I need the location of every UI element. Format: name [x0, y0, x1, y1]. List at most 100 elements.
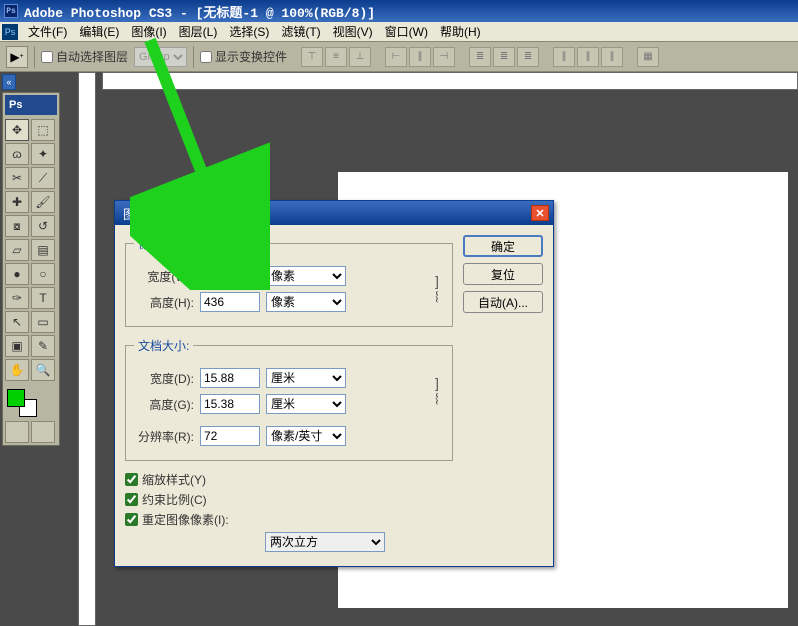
history-tool[interactable]: ↺	[31, 215, 55, 237]
dist-3-icon[interactable]: ≣	[517, 47, 539, 67]
doc-size-label: 文档大小:	[134, 337, 193, 354]
align-top-icon[interactable]: ⊤	[301, 47, 323, 67]
arrange-icon[interactable]: ▦	[637, 47, 659, 67]
align-group2: ⊢ ∥ ⊣	[385, 47, 455, 67]
align-bottom-icon[interactable]: ⊥	[349, 47, 371, 67]
menu-help[interactable]: 帮助(H)	[434, 21, 487, 42]
crop-tool[interactable]: ✂	[5, 167, 29, 189]
dodge-tool[interactable]: ○	[31, 263, 55, 285]
link-icon[interactable]: ]𝄔	[430, 273, 444, 306]
quickmask-mask[interactable]	[31, 421, 55, 443]
ruler-vertical[interactable]	[78, 72, 96, 626]
stamp-tool[interactable]: ⧇	[5, 215, 29, 237]
heal-tool[interactable]: ✚	[5, 191, 29, 213]
menu-file[interactable]: 文件(F)	[22, 21, 73, 42]
move-tool-icon[interactable]: ▶+	[6, 46, 28, 68]
path-tool[interactable]: ↖	[5, 311, 29, 333]
hand-tool[interactable]: ✋	[5, 359, 29, 381]
menu-select[interactable]: 选择(S)	[223, 21, 275, 42]
doc-width-input[interactable]	[200, 368, 260, 388]
auto-select-checkbox[interactable]: 自动选择图层	[41, 48, 128, 65]
doc-height-label: 高度(G):	[134, 396, 194, 413]
options-bar: ▶+ 自动选择图层 Group 显示变换控件 ⊤ ≡ ⊥ ⊢ ∥ ⊣ ≣ ≣ ≣…	[0, 42, 798, 72]
eraser-tool[interactable]: ▱	[5, 239, 29, 261]
scale-styles-checkbox[interactable]: 缩放样式(Y)	[125, 471, 453, 488]
color-swatch[interactable]	[5, 387, 57, 417]
app-icon: Ps	[4, 4, 18, 18]
shape-tool[interactable]: ▭	[31, 311, 55, 333]
menu-window[interactable]: 窗口(W)	[379, 21, 434, 42]
dist-6-icon[interactable]: ∥	[601, 47, 623, 67]
type-tool[interactable]: T	[31, 287, 55, 309]
resolution-label: 分辨率(R):	[134, 428, 194, 445]
eyedrop-tool[interactable]: ✎	[31, 335, 55, 357]
blur-tool[interactable]: ●	[5, 263, 29, 285]
doc-width-label: 宽度(D):	[134, 370, 194, 387]
move-tool[interactable]: ✥	[5, 119, 29, 141]
panel-toggle-icon[interactable]: «	[2, 74, 16, 90]
quickmask-std[interactable]	[5, 421, 29, 443]
auto-button[interactable]: 自动(A)...	[463, 291, 543, 313]
wand-tool[interactable]: ✦	[31, 143, 55, 165]
left-column: « Ps ✥⬚ ɷ✦ ✂⟋ ✚🖌 ⧇↺ ▱▤ ●○ ✑T ↖▭ ▣✎ ✋🔍	[0, 72, 78, 626]
width-unit-select[interactable]: 像素	[266, 266, 346, 286]
doc-height-input[interactable]	[200, 394, 260, 414]
separator	[34, 46, 35, 68]
dist-5-icon[interactable]: ∥	[577, 47, 599, 67]
brush-tool[interactable]: 🖌	[31, 191, 55, 213]
dialog-titlebar[interactable]: 图像大小 ✕	[115, 201, 553, 225]
resample-method-select[interactable]: 两次立方	[265, 532, 385, 552]
distribute-group2: ∥ ∥ ∥	[553, 47, 623, 67]
arrange-group: ▦	[637, 47, 659, 67]
constrain-checkbox[interactable]: 约束比例(C)	[125, 491, 453, 508]
doc-width-unit-select[interactable]: 厘米	[266, 368, 346, 388]
ruler-horizontal[interactable]	[102, 72, 798, 90]
gradient-tool[interactable]: ▤	[31, 239, 55, 261]
width-label: 宽度(W):	[134, 268, 194, 285]
menu-edit[interactable]: 编辑(E)	[73, 21, 125, 42]
pen-tool[interactable]: ✑	[5, 287, 29, 309]
slice-tool[interactable]: ⟋	[31, 167, 55, 189]
doc-height-unit-select[interactable]: 厘米	[266, 394, 346, 414]
align-vmid-icon[interactable]: ≡	[325, 47, 347, 67]
ps-badge-icon: Ps	[2, 24, 18, 40]
resample-checkbox[interactable]: 重定图像像素(I):	[125, 511, 453, 528]
link-icon[interactable]: ]𝄔	[430, 375, 444, 408]
align-hmid-icon[interactable]: ∥	[409, 47, 431, 67]
document-size-group: 文档大小: 宽度(D): 厘米 高度(G): 厘米	[125, 337, 453, 461]
pixel-dimensions-group: 像素大小:574 宽度(W): 像素 高度(H): 像素	[125, 235, 453, 327]
dist-1-icon[interactable]: ≣	[469, 47, 491, 67]
reset-button[interactable]: 复位	[463, 263, 543, 285]
close-icon[interactable]: ✕	[531, 205, 549, 221]
height-unit-select[interactable]: 像素	[266, 292, 346, 312]
menu-view[interactable]: 视图(V)	[327, 21, 379, 42]
marquee-tool[interactable]: ⬚	[31, 119, 55, 141]
dist-4-icon[interactable]: ∥	[553, 47, 575, 67]
notes-tool[interactable]: ▣	[5, 335, 29, 357]
width-input[interactable]	[200, 266, 260, 286]
show-transform-checkbox[interactable]: 显示变换控件	[200, 48, 287, 65]
height-input[interactable]	[200, 292, 260, 312]
toolbox: Ps ✥⬚ ɷ✦ ✂⟋ ✚🖌 ⧇↺ ▱▤ ●○ ✑T ↖▭ ▣✎ ✋🔍	[2, 92, 60, 446]
resolution-input[interactable]	[200, 426, 260, 446]
align-left-icon[interactable]: ⊢	[385, 47, 407, 67]
pixel-size-label: 像素大小:574	[134, 235, 213, 252]
lasso-tool[interactable]: ɷ	[5, 143, 29, 165]
auto-select-dropdown[interactable]: Group	[134, 47, 187, 67]
align-group: ⊤ ≡ ⊥	[301, 47, 371, 67]
window-title: Adobe Photoshop CS3 - [无标题-1 @ 100%(RGB/…	[24, 2, 375, 21]
menu-layer[interactable]: 图层(L)	[173, 21, 224, 42]
height-label: 高度(H):	[134, 294, 194, 311]
menu-filter[interactable]: 滤镜(T)	[275, 21, 326, 42]
resolution-unit-select[interactable]: 像素/英寸	[266, 426, 346, 446]
toolbox-header: Ps	[5, 95, 57, 115]
distribute-group: ≣ ≣ ≣	[469, 47, 539, 67]
align-right-icon[interactable]: ⊣	[433, 47, 455, 67]
menu-image[interactable]: 图像(I)	[125, 21, 172, 42]
dialog-title: 图像大小	[123, 204, 175, 223]
ok-button[interactable]: 确定	[463, 235, 543, 257]
dist-2-icon[interactable]: ≣	[493, 47, 515, 67]
zoom-tool[interactable]: 🔍	[31, 359, 55, 381]
foreground-color[interactable]	[7, 389, 25, 407]
separator	[193, 46, 194, 68]
